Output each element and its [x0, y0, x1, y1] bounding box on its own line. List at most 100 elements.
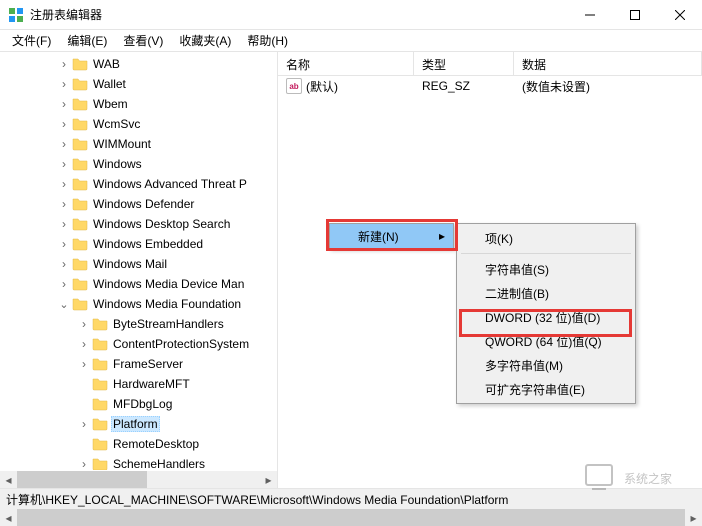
tree-toggle-icon[interactable] [56, 177, 72, 191]
tree-toggle-icon[interactable] [76, 457, 92, 470]
tree-toggle-icon[interactable] [56, 137, 72, 151]
tree-label: FrameServer [111, 357, 185, 371]
tree-label: Platform [111, 416, 160, 432]
col-type[interactable]: 类型 [414, 52, 514, 75]
list-hscroll[interactable]: ◂ ▸ [0, 509, 702, 526]
tree-toggle-icon[interactable] [56, 257, 72, 271]
value-data: (数值未设置) [514, 78, 702, 95]
tree-item[interactable]: HardwareMFT [0, 374, 277, 394]
tree-label: Windows Advanced Threat P [91, 177, 249, 191]
menu-help[interactable]: 帮助(H) [239, 30, 296, 51]
tree-item[interactable]: WcmSvc [0, 114, 277, 134]
tree-toggle-icon[interactable] [56, 237, 72, 251]
menu-new[interactable]: 新建(N) ▸ [330, 224, 453, 248]
tree-label: ByteStreamHandlers [111, 317, 226, 331]
context-menu-new: 项(K) 字符串值(S) 二进制值(B) DWORD (32 位)值(D) QW… [456, 223, 636, 404]
tree-label: MFDbgLog [111, 397, 174, 411]
tree-toggle-icon[interactable] [76, 417, 92, 431]
tree-item[interactable]: Windows Mail [0, 254, 277, 274]
tree-item[interactable]: WAB [0, 54, 277, 74]
tree-item[interactable]: ByteStreamHandlers [0, 314, 277, 334]
maximize-button[interactable] [612, 0, 657, 29]
tree-item[interactable]: FrameServer [0, 354, 277, 374]
menu-new-multi[interactable]: 多字符串值(M) [457, 353, 635, 377]
tree-toggle-icon[interactable] [56, 157, 72, 171]
tree-item[interactable]: Windows Media Foundation [0, 294, 277, 314]
tree-item[interactable]: Windows Defender [0, 194, 277, 214]
tree-item[interactable]: Windows Desktop Search [0, 214, 277, 234]
tree-label: Windows Embedded [91, 237, 205, 251]
tree-toggle-icon[interactable] [56, 217, 72, 231]
string-value-icon: ab [286, 78, 302, 94]
tree-hscroll[interactable]: ◂ ▸ [0, 471, 277, 488]
value-name: (默认) [306, 78, 338, 95]
tree-item[interactable]: Platform [0, 414, 277, 434]
list-header: 名称 类型 数据 [278, 52, 702, 76]
menu-file[interactable]: 文件(F) [4, 30, 59, 51]
tree-toggle-icon[interactable] [76, 337, 92, 351]
tree-item[interactable]: SchemeHandlers [0, 454, 277, 470]
tree-item[interactable]: RemoteDesktop [0, 434, 277, 454]
tree-item[interactable]: Wallet [0, 74, 277, 94]
menu-new-binary[interactable]: 二进制值(B) [457, 281, 635, 305]
list-row[interactable]: ab (默认) REG_SZ (数值未设置) [278, 76, 702, 96]
close-button[interactable] [657, 0, 702, 29]
tree-item[interactable]: Windows Advanced Threat P [0, 174, 277, 194]
tree-item[interactable]: MFDbgLog [0, 394, 277, 414]
tree-label: Wallet [91, 77, 128, 91]
window-title: 注册表编辑器 [30, 6, 567, 23]
tree-item[interactable]: Windows Media Device Man [0, 274, 277, 294]
col-name[interactable]: 名称 [278, 52, 414, 75]
tree-label: WcmSvc [91, 117, 142, 131]
titlebar: 注册表编辑器 [0, 0, 702, 30]
tree-toggle-icon[interactable] [56, 77, 72, 91]
tree-toggle-icon[interactable] [56, 277, 72, 291]
tree-item[interactable]: WIMMount [0, 134, 277, 154]
menu-new-qword[interactable]: QWORD (64 位)值(Q) [457, 329, 635, 353]
scroll-right-icon[interactable]: ▸ [685, 509, 702, 526]
tree-item[interactable]: Wbem [0, 94, 277, 114]
scroll-thumb[interactable] [17, 509, 685, 526]
menu-new-key[interactable]: 项(K) [457, 226, 635, 250]
tree-item[interactable]: Windows [0, 154, 277, 174]
menu-edit[interactable]: 编辑(E) [59, 30, 115, 51]
tree-label: WIMMount [91, 137, 153, 151]
context-menu-primary: 新建(N) ▸ [329, 223, 454, 249]
tree-item[interactable]: Windows Embedded [0, 234, 277, 254]
scroll-right-icon[interactable]: ▸ [260, 471, 277, 488]
submenu-arrow-icon: ▸ [439, 229, 445, 243]
tree-item[interactable]: ContentProtectionSystem [0, 334, 277, 354]
tree-label: Windows Media Foundation [91, 297, 243, 311]
menu-new-expand[interactable]: 可扩充字符串值(E) [457, 377, 635, 401]
registry-tree[interactable]: WAB Wallet Wbem WcmSvc WIMMount Windows Window… [0, 52, 277, 470]
tree-label: Windows Desktop Search [91, 217, 232, 231]
status-path: 计算机\HKEY_LOCAL_MACHINE\SOFTWARE\Microsof… [6, 491, 508, 508]
tree-label: SchemeHandlers [111, 457, 207, 470]
scroll-left-icon[interactable]: ◂ [0, 509, 17, 526]
tree-toggle-icon[interactable] [76, 317, 92, 331]
tree-label: Windows Media Device Man [91, 277, 246, 291]
tree-toggle-icon[interactable] [76, 357, 92, 371]
col-data[interactable]: 数据 [514, 52, 702, 75]
minimize-button[interactable] [567, 0, 612, 29]
tree-label: Windows Defender [91, 197, 196, 211]
tree-toggle-icon[interactable] [56, 298, 72, 311]
tree-toggle-icon[interactable] [56, 97, 72, 111]
tree-label: ContentProtectionSystem [111, 337, 251, 351]
menu-view[interactable]: 查看(V) [115, 30, 171, 51]
tree-label: Windows Mail [91, 257, 169, 271]
menu-separator [461, 253, 631, 254]
menu-favorites[interactable]: 收藏夹(A) [171, 30, 239, 51]
tree-panel: WAB Wallet Wbem WcmSvc WIMMount Windows Window… [0, 52, 278, 488]
tree-label: HardwareMFT [111, 377, 192, 391]
menu-new-dword[interactable]: DWORD (32 位)值(D) [457, 305, 635, 329]
tree-toggle-icon[interactable] [56, 197, 72, 211]
scroll-left-icon[interactable]: ◂ [0, 471, 17, 488]
menu-new-string[interactable]: 字符串值(S) [457, 257, 635, 281]
menubar: 文件(F) 编辑(E) 查看(V) 收藏夹(A) 帮助(H) [0, 30, 702, 52]
tree-label: Windows [91, 157, 144, 171]
tree-toggle-icon[interactable] [56, 117, 72, 131]
scroll-thumb[interactable] [17, 471, 147, 488]
value-type: REG_SZ [414, 79, 514, 93]
tree-toggle-icon[interactable] [56, 57, 72, 71]
